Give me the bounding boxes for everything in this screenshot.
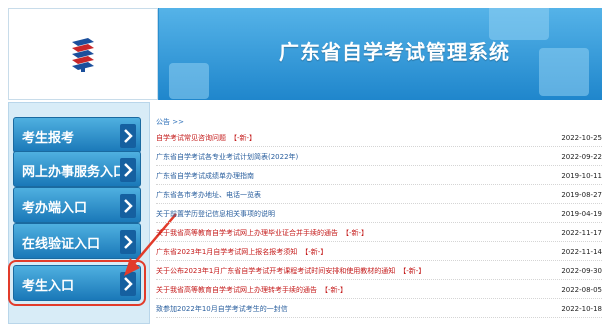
- new-badge: 【-新-】: [321, 286, 348, 294]
- notice-link[interactable]: 广东省2023年1月自学考试网上报名报考须知 【-新-】: [156, 244, 327, 261]
- notice-link[interactable]: 关于前置学历登记信息相关事项的说明: [156, 206, 275, 223]
- logo: [8, 8, 158, 100]
- banner: 广东省自学考试管理系统: [159, 8, 602, 100]
- notice-link[interactable]: 广东省自学考试成绩单办理指南: [156, 168, 254, 185]
- notice-date: 2022-10-25: [561, 134, 602, 142]
- sidebar-item-label: 考生报考: [22, 131, 75, 146]
- notice-row: 广东省各市考办地址、电话一览表 2019-08-27: [156, 187, 602, 204]
- new-badge: 【-新-】: [230, 134, 257, 142]
- notice-date: 2019-08-27: [561, 191, 602, 199]
- sidebar-item-label: 考生入口: [22, 279, 75, 294]
- notice-date: 2019-10-11: [561, 172, 602, 180]
- exam-logo-icon: [72, 38, 94, 72]
- notice-link[interactable]: 关于我省高等教育自学考试网上办理毕业证合并手续的通告 【-新-】: [156, 225, 368, 242]
- sidebar-item-online-service[interactable]: 网上办事服务入口: [13, 151, 141, 187]
- notice-date: 2022-10-18: [561, 305, 602, 313]
- notice-date: 2022-09-22: [561, 153, 602, 161]
- notice-row: 关于公布2023年1月广东省自学考试开考课程考试时间安排和使用教材的通知 【-新-…: [156, 263, 602, 280]
- chevron-right-icon: [120, 124, 136, 148]
- header: 广东省自学考试管理系统: [8, 8, 602, 100]
- notice-link[interactable]: 广东省自学考试各专业考试计划简表(2022年): [156, 149, 298, 166]
- notice-date: 2022-09-30: [561, 267, 602, 275]
- notice-date: 2019-04-19: [561, 210, 602, 218]
- new-badge: 【-新-】: [301, 248, 328, 256]
- notice-link[interactable]: 广东省各市考办地址、电话一览表: [156, 187, 261, 204]
- sidebar-item-label: 在线验证入口: [22, 237, 101, 252]
- page-title: 广东省自学考试管理系统: [279, 40, 510, 64]
- chevron-right-icon: [120, 158, 136, 182]
- notice-date: 2022-11-14: [561, 248, 602, 256]
- notice-heading: 公告 >>: [156, 118, 184, 126]
- notice-row: 关于我省高等教育自学考试网上办理毕业证合并手续的通告 【-新-】 2022-11-1…: [156, 225, 602, 242]
- notice-link[interactable]: 致参加2022年10月自学考试考生的一封信: [156, 301, 288, 318]
- notice-row: 广东省自学考试成绩单办理指南 2019-10-11: [156, 168, 602, 185]
- notice-row: 自学考试常见咨询问题 【-新-】 2022-10-25: [156, 130, 602, 147]
- notice-link[interactable]: 关于我省高等教育自学考试网上办理转考手续的通告 【-新-】: [156, 282, 347, 299]
- notice-link[interactable]: 自学考试常见咨询问题 【-新-】: [156, 130, 256, 147]
- new-badge: 【-新-】: [399, 267, 426, 275]
- sidebar-item-label: 网上办事服务入口: [22, 165, 127, 180]
- sidebar-item-label: 考办端入口: [22, 201, 88, 216]
- notice-row: 广东省自学考试各专业考试计划简表(2022年) 2022-09-22: [156, 149, 602, 166]
- notice-date: 2022-11-17: [561, 229, 602, 237]
- notice-row: 致参加2022年10月自学考试考生的一封信 2022-10-18: [156, 301, 602, 318]
- notice-row: 关于我省高等教育自学考试网上办理转考手续的通告 【-新-】 2022-08-05: [156, 282, 602, 299]
- notice-date: 2022-08-05: [561, 286, 602, 294]
- new-badge: 【-新-】: [342, 229, 369, 237]
- sidebar-item-exam-registration[interactable]: 考生报考: [13, 117, 141, 153]
- notice-list: 公告 >> 自学考试常见咨询问题 【-新-】 2022-10-25 广东省自学考试各专…: [156, 116, 602, 324]
- notice-link[interactable]: 关于公布2023年1月广东省自学考试开考课程考试时间安排和使用教材的通知 【-新-…: [156, 263, 425, 280]
- notice-row: 广东省2023年1月自学考试网上报名报考须知 【-新-】 2022-11-14: [156, 244, 602, 261]
- notice-row: 关于前置学历登记信息相关事项的说明 2019-04-19: [156, 206, 602, 223]
